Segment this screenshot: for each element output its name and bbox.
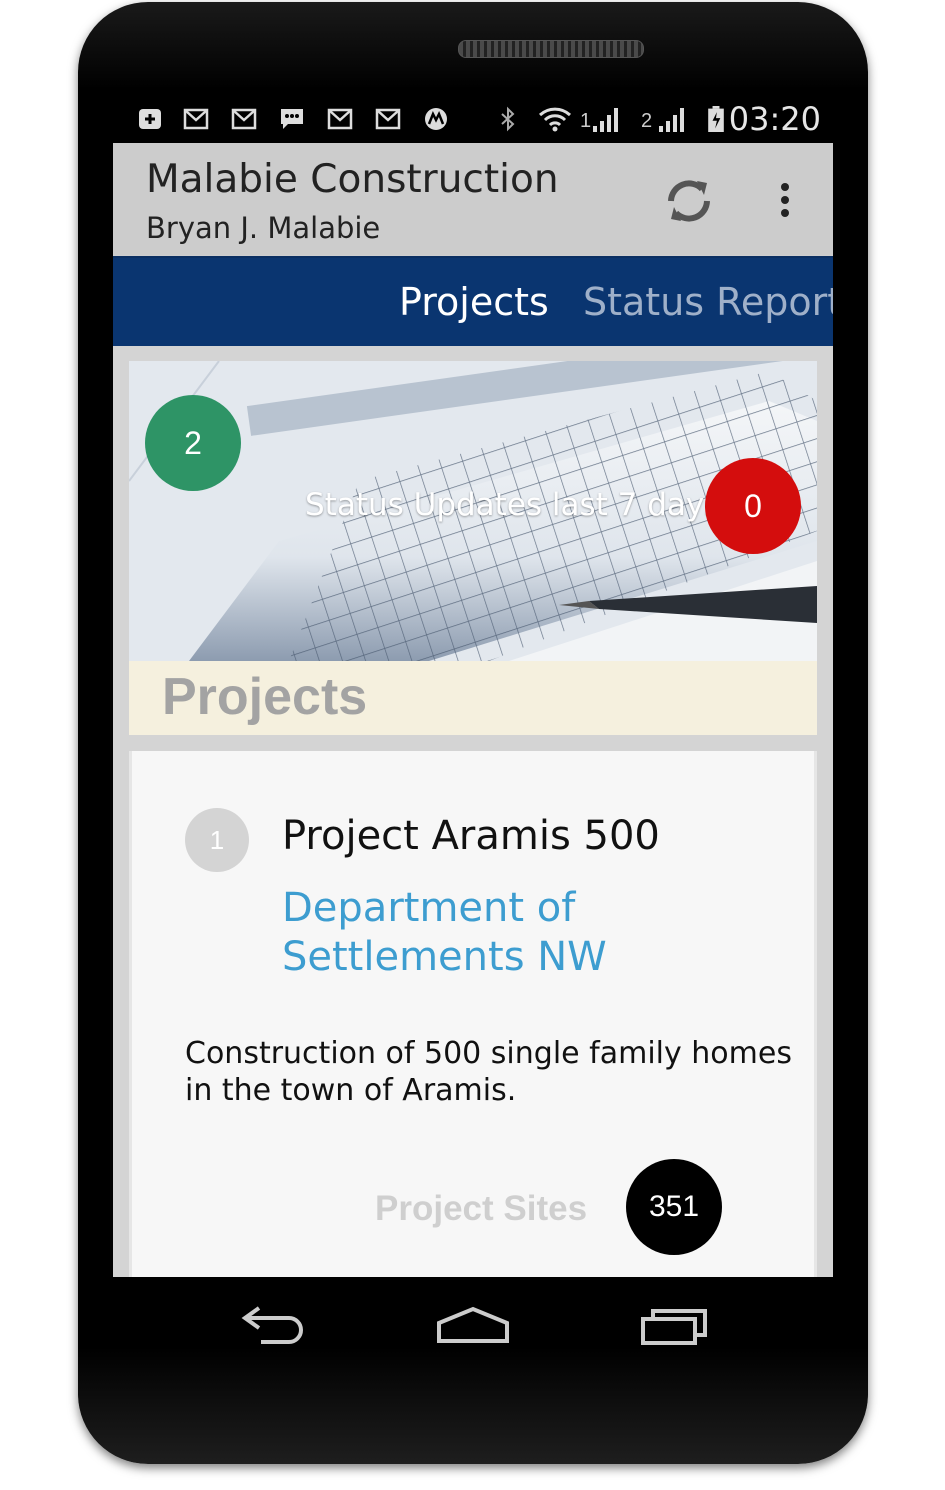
hero-banner: 2 Status Updates last 7 days 0 (129, 361, 817, 661)
status-clock: 03:20 (728, 100, 821, 138)
nav-bar (113, 1277, 833, 1377)
status-updates-label: Status Updates last 7 days (305, 487, 721, 523)
earpiece-speaker (458, 40, 644, 58)
signal-sim1-icon (593, 108, 618, 132)
back-icon[interactable] (237, 1301, 307, 1351)
add-notification-icon (139, 109, 161, 129)
wifi-icon (538, 107, 572, 132)
sms-icon (281, 109, 303, 129)
app-screen: Malabie Construction Bryan J. Malabie Pr… (113, 143, 833, 1277)
gmail-icon (231, 108, 257, 130)
gmail-icon (183, 108, 209, 130)
projects-heading: Projects (162, 668, 368, 726)
tab-bar: Projects Status Report (113, 256, 833, 346)
recents-icon[interactable] (639, 1301, 711, 1351)
sync-icon[interactable] (661, 173, 717, 229)
projects-count-badge[interactable]: 2 (145, 395, 241, 491)
app-subtitle: Bryan J. Malabie (146, 211, 381, 245)
project-description: Construction of 500 single family homes … (185, 1036, 792, 1108)
project-index-badge: 1 (185, 808, 249, 872)
motorola-icon (425, 108, 447, 130)
project-sites-count-badge[interactable]: 351 (626, 1159, 722, 1255)
status-updates-count-badge[interactable]: 0 (705, 458, 801, 554)
home-icon[interactable] (435, 1301, 511, 1351)
bluetooth-icon (501, 106, 515, 132)
gmail-icon (375, 108, 401, 130)
sim1-label: 1 (580, 110, 592, 132)
project-name: Project Aramis 500 (282, 813, 660, 859)
battery-charging-icon (708, 106, 724, 132)
gmail-icon (327, 108, 353, 130)
project-card[interactable]: 1 Project Aramis 500 Department of Settl… (129, 751, 817, 1277)
project-department-link[interactable]: Department of Settlements NW (282, 884, 702, 982)
app-title: Malabie Construction (146, 157, 559, 202)
tab-projects[interactable]: Projects (399, 280, 549, 324)
signal-sim2-icon (659, 108, 684, 132)
project-sites-label: Project Sites (375, 1189, 588, 1228)
status-bar: 1 2 03:20 (113, 96, 833, 142)
app-bar: Malabie Construction Bryan J. Malabie (113, 143, 833, 255)
sim2-label: 2 (641, 110, 653, 132)
overflow-menu-icon[interactable] (769, 175, 801, 225)
content-area: 2 Status Updates last 7 days 0 Projects … (113, 346, 833, 1277)
tab-status-report[interactable]: Status Report (583, 280, 833, 324)
projects-section-header: Projects (129, 661, 817, 735)
